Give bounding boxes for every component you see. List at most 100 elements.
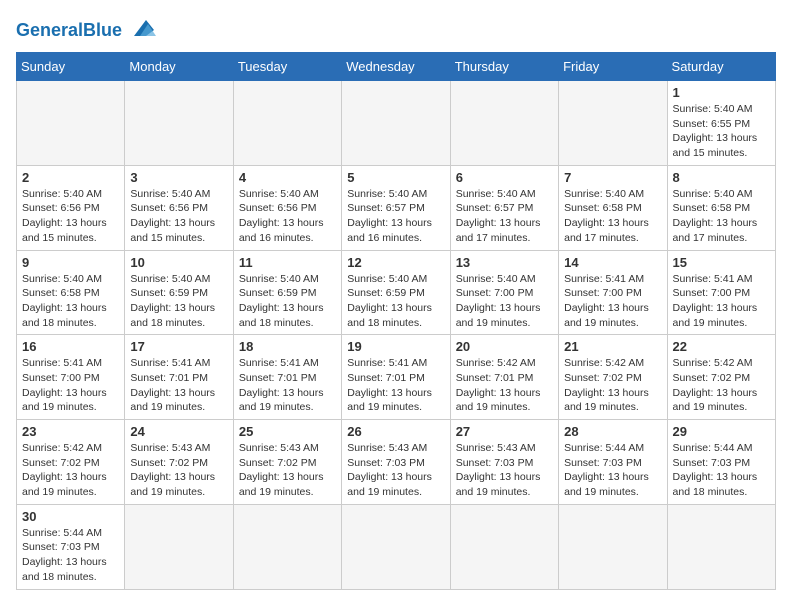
day-number: 11 [239, 255, 336, 270]
weekday-header-row: SundayMondayTuesdayWednesdayThursdayFrid… [17, 53, 776, 81]
calendar: SundayMondayTuesdayWednesdayThursdayFrid… [16, 52, 776, 590]
day-info: Sunrise: 5:42 AMSunset: 7:02 PMDaylight:… [22, 441, 119, 500]
day-number: 29 [673, 424, 770, 439]
day-info: Sunrise: 5:40 AMSunset: 6:59 PMDaylight:… [347, 272, 444, 331]
day-cell [342, 81, 450, 166]
day-cell [667, 504, 775, 589]
day-number: 20 [456, 339, 553, 354]
day-number: 10 [130, 255, 227, 270]
day-cell: 28 Sunrise: 5:44 AMSunset: 7:03 PMDayligh… [559, 420, 667, 505]
day-cell: 19 Sunrise: 5:41 AMSunset: 7:01 PMDayligh… [342, 335, 450, 420]
day-number: 9 [22, 255, 119, 270]
day-info: Sunrise: 5:43 AMSunset: 7:03 PMDaylight:… [347, 441, 444, 500]
day-info: Sunrise: 5:41 AMSunset: 7:00 PMDaylight:… [22, 356, 119, 415]
logo-text: GeneralBlue [16, 20, 122, 41]
day-cell: 1 Sunrise: 5:40 AMSunset: 6:55 PMDaylight… [667, 81, 775, 166]
day-cell [559, 81, 667, 166]
day-info: Sunrise: 5:40 AMSunset: 6:56 PMDaylight:… [22, 187, 119, 246]
day-number: 17 [130, 339, 227, 354]
day-info: Sunrise: 5:40 AMSunset: 6:57 PMDaylight:… [347, 187, 444, 246]
day-number: 15 [673, 255, 770, 270]
day-info: Sunrise: 5:41 AMSunset: 7:01 PMDaylight:… [347, 356, 444, 415]
day-cell: 29Sunrise: 5:44 AMSunset: 7:03 PMDayligh… [667, 420, 775, 505]
logo-blue: Blue [83, 20, 122, 40]
day-cell [17, 81, 125, 166]
week-row-3: 9 Sunrise: 5:40 AMSunset: 6:58 PMDaylight… [17, 250, 776, 335]
week-row-6: 30Sunrise: 5:44 AMSunset: 7:03 PMDayligh… [17, 504, 776, 589]
day-cell: 4 Sunrise: 5:40 AMSunset: 6:56 PMDaylight… [233, 165, 341, 250]
logo-icon [126, 16, 158, 44]
day-number: 25 [239, 424, 336, 439]
page-header: GeneralBlue [16, 16, 776, 44]
day-cell [233, 81, 341, 166]
day-number: 21 [564, 339, 661, 354]
day-info: Sunrise: 5:42 AMSunset: 7:01 PMDaylight:… [456, 356, 553, 415]
day-info: Sunrise: 5:43 AMSunset: 7:02 PMDaylight:… [239, 441, 336, 500]
day-number: 26 [347, 424, 444, 439]
day-number: 8 [673, 170, 770, 185]
day-info: Sunrise: 5:41 AMSunset: 7:00 PMDaylight:… [564, 272, 661, 331]
day-number: 27 [456, 424, 553, 439]
day-cell: 11 Sunrise: 5:40 AMSunset: 6:59 PMDayligh… [233, 250, 341, 335]
day-number: 4 [239, 170, 336, 185]
day-cell: 9 Sunrise: 5:40 AMSunset: 6:58 PMDaylight… [17, 250, 125, 335]
weekday-header-wednesday: Wednesday [342, 53, 450, 81]
day-info: Sunrise: 5:40 AMSunset: 6:58 PMDaylight:… [22, 272, 119, 331]
day-number: 5 [347, 170, 444, 185]
day-info: Sunrise: 5:42 AMSunset: 7:02 PMDaylight:… [564, 356, 661, 415]
week-row-5: 23 Sunrise: 5:42 AMSunset: 7:02 PMDayligh… [17, 420, 776, 505]
day-info: Sunrise: 5:40 AMSunset: 6:57 PMDaylight:… [456, 187, 553, 246]
day-cell: 24Sunrise: 5:43 AMSunset: 7:02 PMDayligh… [125, 420, 233, 505]
day-info: Sunrise: 5:40 AMSunset: 6:56 PMDaylight:… [130, 187, 227, 246]
day-cell: 18Sunrise: 5:41 AMSunset: 7:01 PMDayligh… [233, 335, 341, 420]
day-info: Sunrise: 5:40 AMSunset: 7:00 PMDaylight:… [456, 272, 553, 331]
day-info: Sunrise: 5:40 AMSunset: 6:56 PMDaylight:… [239, 187, 336, 246]
day-cell: 20 Sunrise: 5:42 AMSunset: 7:01 PMDayligh… [450, 335, 558, 420]
day-info: Sunrise: 5:40 AMSunset: 6:58 PMDaylight:… [673, 187, 770, 246]
day-info: Sunrise: 5:40 AMSunset: 6:59 PMDaylight:… [239, 272, 336, 331]
day-cell: 10 Sunrise: 5:40 AMSunset: 6:59 PMDayligh… [125, 250, 233, 335]
day-cell: 26 Sunrise: 5:43 AMSunset: 7:03 PMDayligh… [342, 420, 450, 505]
day-cell [342, 504, 450, 589]
day-number: 30 [22, 509, 119, 524]
logo: GeneralBlue [16, 16, 158, 44]
day-info: Sunrise: 5:40 AMSunset: 6:59 PMDaylight:… [130, 272, 227, 331]
week-row-4: 16Sunrise: 5:41 AMSunset: 7:00 PMDayligh… [17, 335, 776, 420]
day-number: 23 [22, 424, 119, 439]
day-number: 19 [347, 339, 444, 354]
day-number: 2 [22, 170, 119, 185]
day-info: Sunrise: 5:41 AMSunset: 7:00 PMDaylight:… [673, 272, 770, 331]
day-number: 6 [456, 170, 553, 185]
day-cell [233, 504, 341, 589]
day-cell: 6 Sunrise: 5:40 AMSunset: 6:57 PMDaylight… [450, 165, 558, 250]
week-row-1: 1 Sunrise: 5:40 AMSunset: 6:55 PMDaylight… [17, 81, 776, 166]
day-number: 3 [130, 170, 227, 185]
day-cell: 2 Sunrise: 5:40 AMSunset: 6:56 PMDaylight… [17, 165, 125, 250]
day-cell: 17Sunrise: 5:41 AMSunset: 7:01 PMDayligh… [125, 335, 233, 420]
day-number: 22 [673, 339, 770, 354]
day-cell: 25 Sunrise: 5:43 AMSunset: 7:02 PMDayligh… [233, 420, 341, 505]
day-number: 28 [564, 424, 661, 439]
week-row-2: 2 Sunrise: 5:40 AMSunset: 6:56 PMDaylight… [17, 165, 776, 250]
day-info: Sunrise: 5:42 AMSunset: 7:02 PMDaylight:… [673, 356, 770, 415]
day-cell: 27Sunrise: 5:43 AMSunset: 7:03 PMDayligh… [450, 420, 558, 505]
day-cell [125, 81, 233, 166]
day-cell: 23 Sunrise: 5:42 AMSunset: 7:02 PMDayligh… [17, 420, 125, 505]
day-cell: 15 Sunrise: 5:41 AMSunset: 7:00 PMDayligh… [667, 250, 775, 335]
day-cell [125, 504, 233, 589]
day-info: Sunrise: 5:44 AMSunset: 7:03 PMDaylight:… [564, 441, 661, 500]
weekday-header-saturday: Saturday [667, 53, 775, 81]
day-cell: 12Sunrise: 5:40 AMSunset: 6:59 PMDayligh… [342, 250, 450, 335]
day-cell [559, 504, 667, 589]
day-cell: 14 Sunrise: 5:41 AMSunset: 7:00 PMDayligh… [559, 250, 667, 335]
weekday-header-friday: Friday [559, 53, 667, 81]
day-cell: 21 Sunrise: 5:42 AMSunset: 7:02 PMDayligh… [559, 335, 667, 420]
day-info: Sunrise: 5:40 AMSunset: 6:55 PMDaylight:… [673, 102, 770, 161]
day-cell: 30Sunrise: 5:44 AMSunset: 7:03 PMDayligh… [17, 504, 125, 589]
day-info: Sunrise: 5:41 AMSunset: 7:01 PMDaylight:… [239, 356, 336, 415]
day-cell: 8 Sunrise: 5:40 AMSunset: 6:58 PMDaylight… [667, 165, 775, 250]
day-number: 13 [456, 255, 553, 270]
day-cell: 22 Sunrise: 5:42 AMSunset: 7:02 PMDayligh… [667, 335, 775, 420]
day-number: 1 [673, 85, 770, 100]
day-number: 14 [564, 255, 661, 270]
